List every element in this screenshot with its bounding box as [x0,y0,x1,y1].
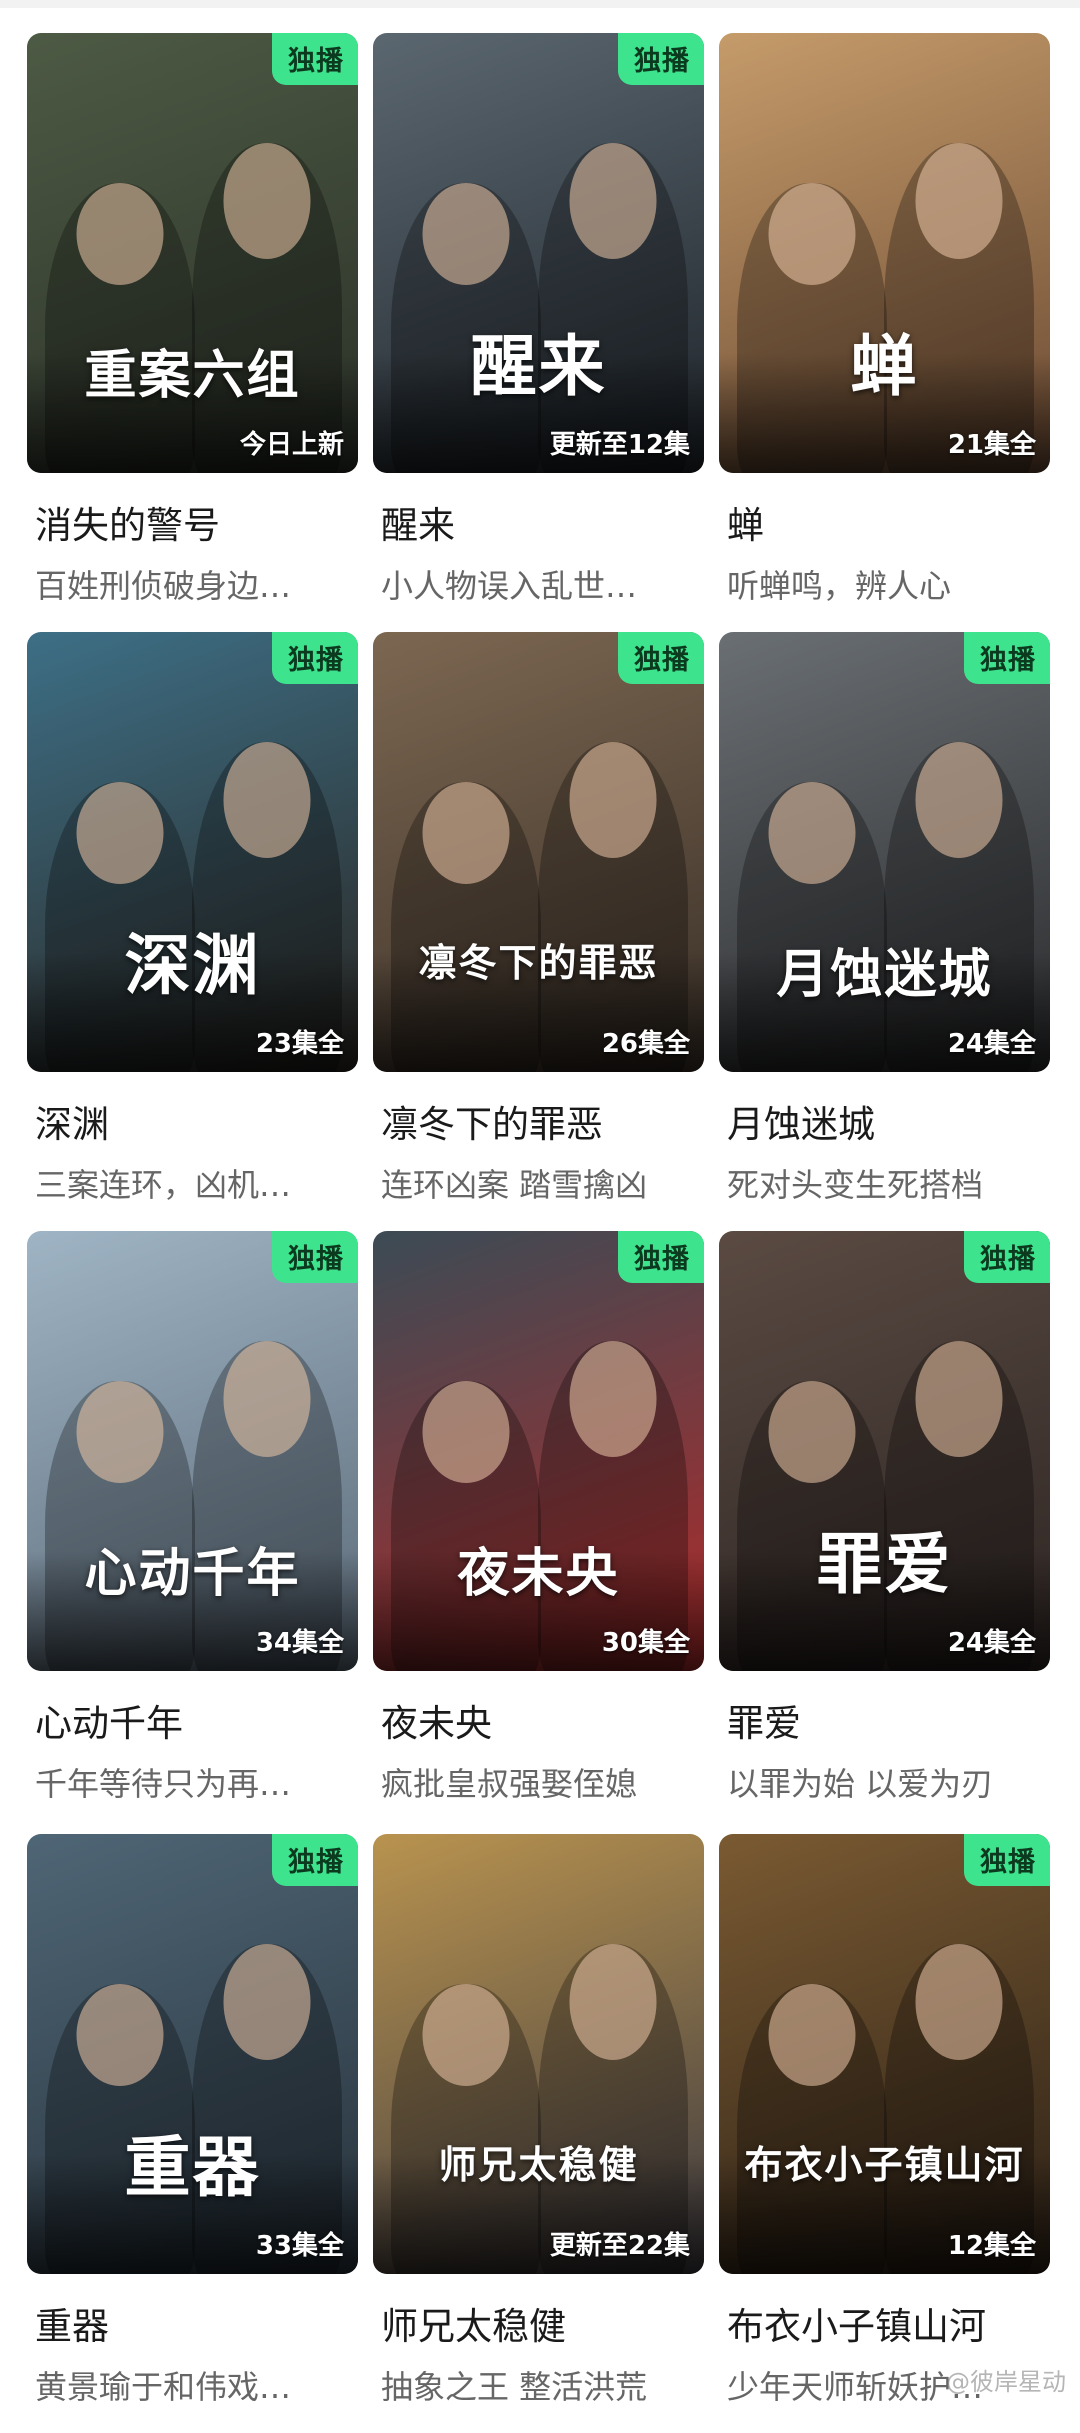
drama-description: 死对头变生死搭档 [727,1166,984,1204]
watermark: @彼岸星动 [946,2368,1066,2396]
drama-card-5[interactable]: 凛冬下的罪恶 独播 26集全 凛冬下的罪恶 连环凶案 踏雪擒凶 [373,632,704,1231]
exclusive-badge: 独播 [272,33,358,85]
drama-poster[interactable]: 醒来 独播 更新至12集 [373,33,704,473]
exclusive-badge: 独播 [964,1834,1050,1886]
exclusive-badge: 独播 [272,632,358,684]
exclusive-badge: 独播 [272,1834,358,1886]
drama-title[interactable]: 重器 [35,2296,358,2350]
drama-card-3[interactable]: 蝉 21集全 蝉 听蝉鸣，辨人心 [719,33,1050,632]
drama-grid: 重案六组 独播 今日上新 消失的警号 百姓刑侦破身边… 醒来 独播 更新至12集… [27,33,1050,2433]
drama-title[interactable]: 布衣小子镇山河 [727,2296,1050,2350]
drama-description: 小人物误入乱世… [381,567,638,605]
drama-title[interactable]: 师兄太稳健 [381,2296,704,2350]
drama-card-4[interactable]: 深渊 独播 23集全 深渊 三案连环，凶机… [27,632,358,1231]
exclusive-badge: 独播 [618,632,704,684]
drama-grid-page: 重案六组 独播 今日上新 消失的警号 百姓刑侦破身边… 醒来 独播 更新至12集… [0,0,1080,2407]
drama-poster[interactable]: 重案六组 独播 今日上新 [27,33,358,473]
exclusive-badge: 独播 [964,1231,1050,1283]
drama-poster[interactable]: 罪爱 独播 24集全 [719,1231,1050,1671]
episode-status: 23集全 [255,1029,344,1059]
drama-description: 疯批皇叔强娶侄媳 [381,1765,638,1803]
poster-logo-text: 师兄太稳健 [438,2142,639,2187]
drama-description: 连环凶案 踏雪擒凶 [381,1166,648,1204]
drama-card-12[interactable]: 布衣小子镇山河 独播 12集全 布衣小子镇山河 少年天师斩妖护… [719,1834,1050,2433]
poster-logo-text: 心动千年 [84,1543,301,1604]
top-divider [0,0,1080,8]
drama-title[interactable]: 消失的警号 [35,495,358,549]
poster-logo-text: 重案六组 [84,345,301,406]
drama-card-8[interactable]: 夜未央 独播 30集全 夜未央 疯批皇叔强娶侄媳 [373,1231,704,1830]
drama-poster[interactable]: 深渊 独播 23集全 [27,632,358,1072]
drama-poster[interactable]: 布衣小子镇山河 独播 12集全 [719,1834,1050,2274]
drama-description: 以罪为始 以爱为刃 [727,1765,994,1803]
drama-description: 听蝉鸣，辨人心 [727,567,952,605]
drama-title[interactable]: 醒来 [381,495,704,549]
episode-status: 12集全 [947,2231,1036,2261]
episode-status: 24集全 [947,1628,1036,1658]
drama-poster[interactable]: 师兄太稳健 更新至22集 [373,1834,704,2274]
drama-poster[interactable]: 重器 独播 33集全 [27,1834,358,2274]
drama-title[interactable]: 心动千年 [35,1693,358,1747]
episode-status: 30集全 [601,1628,690,1658]
episode-status: 21集全 [947,430,1036,460]
drama-title[interactable]: 夜未央 [381,1693,704,1747]
drama-description: 抽象之王 整活洪荒 [381,2368,648,2406]
episode-status: 24集全 [947,1029,1036,1059]
drama-poster[interactable]: 月蚀迷城 独播 24集全 [719,632,1050,1072]
drama-title[interactable]: 蝉 [727,495,1050,549]
drama-card-11[interactable]: 师兄太稳健 更新至22集 师兄太稳健 抽象之王 整活洪荒 [373,1834,704,2433]
drama-card-1[interactable]: 重案六组 独播 今日上新 消失的警号 百姓刑侦破身边… [27,33,358,632]
drama-card-2[interactable]: 醒来 独播 更新至12集 醒来 小人物误入乱世… [373,33,704,632]
drama-title[interactable]: 月蚀迷城 [727,1094,1050,1148]
episode-status: 今日上新 [239,430,344,460]
drama-card-9[interactable]: 罪爱 独播 24集全 罪爱 以罪为始 以爱为刃 [719,1231,1050,1830]
drama-card-10[interactable]: 重器 独播 33集全 重器 黄景瑜于和伟戏… [27,1834,358,2433]
drama-description: 三案连环，凶机… [35,1166,292,1204]
poster-logo-text: 罪爱 [816,1525,953,1603]
drama-title[interactable]: 深渊 [35,1094,358,1148]
drama-poster[interactable]: 凛冬下的罪恶 独播 26集全 [373,632,704,1072]
drama-poster[interactable]: 蝉 21集全 [719,33,1050,473]
drama-description: 百姓刑侦破身边… [35,567,292,605]
drama-card-7[interactable]: 心动千年 独播 34集全 心动千年 千年等待只为再… [27,1231,358,1830]
poster-logo-text: 重器 [124,2128,261,2206]
poster-logo-text: 醒来 [470,327,607,405]
poster-logo-text: 夜未央 [457,1543,620,1604]
episode-status: 26集全 [601,1029,690,1059]
episode-status: 更新至22集 [549,2231,690,2261]
drama-title[interactable]: 罪爱 [727,1693,1050,1747]
poster-logo-text: 凛冬下的罪恶 [418,940,659,985]
episode-status: 34集全 [255,1628,344,1658]
poster-logo-text: 蝉 [850,327,919,405]
drama-card-6[interactable]: 月蚀迷城 独播 24集全 月蚀迷城 死对头变生死搭档 [719,632,1050,1231]
drama-poster[interactable]: 夜未央 独播 30集全 [373,1231,704,1671]
episode-status: 33集全 [255,2231,344,2261]
drama-description: 千年等待只为再… [35,1765,292,1803]
poster-logo-text: 月蚀迷城 [776,944,993,1005]
drama-description: 黄景瑜于和伟戏… [35,2368,292,2406]
drama-title[interactable]: 凛冬下的罪恶 [381,1094,704,1148]
exclusive-badge: 独播 [964,632,1050,684]
exclusive-badge: 独播 [272,1231,358,1283]
episode-status: 更新至12集 [549,430,690,460]
poster-logo-text: 深渊 [124,926,261,1004]
exclusive-badge: 独播 [618,33,704,85]
exclusive-badge: 独播 [618,1231,704,1283]
poster-logo-text: 布衣小子镇山河 [744,2142,1025,2187]
drama-poster[interactable]: 心动千年 独播 34集全 [27,1231,358,1671]
